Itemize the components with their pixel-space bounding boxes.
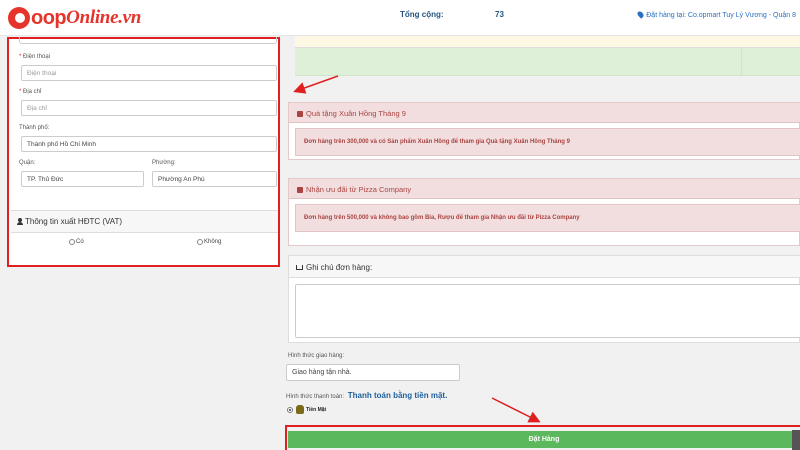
total-value: 73 [495, 10, 504, 19]
district-label: Quận: [19, 160, 36, 166]
radio-circle-icon [197, 239, 203, 245]
user-icon [17, 218, 23, 225]
promo-body: Đơn hàng trên 500,000 và không bao gồm B… [295, 204, 800, 232]
total-divider [741, 48, 742, 76]
address-input[interactable]: Địa chỉ [21, 100, 277, 116]
payment-value: Thanh toán bằng tiền mặt. [347, 391, 448, 400]
logo-online-text: Online.vn [66, 7, 142, 28]
order-note-header: Ghi chú đơn hàng: [289, 256, 800, 278]
district-select[interactable]: TP. Thủ Đức [21, 171, 144, 187]
customer-form: * Điện thoại Điện thoại * Địa chỉ Địa ch… [11, 37, 278, 209]
logo-coop-text: oop [31, 6, 67, 29]
customer-info-card: * Điện thoại Điện thoại * Địa chỉ Địa ch… [7, 37, 280, 267]
phone-label: * Điện thoại [19, 54, 51, 60]
gift-icon [297, 111, 303, 117]
place-order-button[interactable]: Đặt Hàng [288, 431, 800, 448]
vat-options: Có Không [11, 233, 278, 265]
address-label: * Địa chỉ [19, 89, 42, 95]
name-input[interactable] [19, 37, 277, 44]
promo-title: Nhận ưu đãi từ Pizza Company [297, 185, 411, 194]
map-pin-icon [636, 10, 645, 19]
logo-mark-icon [8, 7, 30, 29]
shipping-label: Hình thức giao hàng: [288, 353, 345, 359]
coop-online-logo[interactable]: oop Online.vn [8, 6, 141, 30]
order-button-highlight: Đặt Hàng [285, 425, 800, 450]
cash-payment-option[interactable]: Tiền Mặt [287, 405, 326, 414]
payment-label: Hình thức thanh toán: Thanh toán bằng ti… [286, 391, 448, 400]
cash-option-label: Tiền Mặt [306, 406, 327, 413]
vat-title: Thông tin xuất HĐTC (VAT) [17, 217, 122, 226]
promo-text: Đơn hàng trên 500,000 và không bao gồm B… [304, 215, 580, 221]
city-label: Thành phố: [19, 125, 50, 131]
promo-pizza-company: Nhận ưu đãi từ Pizza Company Đơn hàng tr… [288, 178, 800, 246]
phone-input[interactable]: Điện thoại [21, 65, 277, 81]
promo-xuan-hong: Quà tặng Xuân Hồng Tháng 9 Đơn hàng trên… [288, 102, 800, 160]
vat-yes-radio[interactable]: Có [69, 239, 84, 245]
cart-summary-row [295, 36, 800, 48]
promo-header: Quà tặng Xuân Hồng Tháng 9 [289, 103, 800, 123]
radio-circle-icon [69, 239, 75, 245]
shipping-select[interactable]: Giao hàng tận nhà. [286, 364, 460, 381]
ward-label: Phường: [152, 160, 176, 166]
radio-selected-icon [287, 406, 293, 413]
money-bag-icon [296, 405, 304, 414]
cart-icon [296, 265, 303, 270]
total-label: Tổng cộng: [400, 10, 444, 19]
total-row [295, 48, 800, 76]
promo-body: Đơn hàng trên 300,000 và có Sản phẩm Xuâ… [295, 128, 800, 156]
promo-header: Nhận ưu đãi từ Pizza Company [289, 179, 800, 199]
order-note-title: Ghi chú đơn hàng: [296, 263, 372, 272]
scrollbar-thumb[interactable] [792, 430, 800, 450]
vat-no-radio[interactable]: Không [197, 239, 221, 245]
vat-section: Thông tin xuất HĐTC (VAT) Có Không [11, 210, 278, 265]
ward-select[interactable]: Phường An Phú [152, 171, 277, 187]
promo-text: Đơn hàng trên 300,000 và có Sản phẩm Xuâ… [304, 139, 570, 145]
gift-icon [297, 187, 303, 193]
store-location-text: Đặt hàng tại: Co.opmart Tuy Lý Vương - Q… [646, 12, 796, 19]
order-note-section: Ghi chú đơn hàng: [288, 255, 800, 343]
order-note-textarea[interactable] [295, 284, 800, 338]
store-location[interactable]: Đặt hàng tại: Co.opmart Tuy Lý Vương - Q… [636, 10, 796, 19]
city-select[interactable]: Thành phố Hồ Chí Minh [21, 136, 277, 152]
promo-title: Quà tặng Xuân Hồng Tháng 9 [297, 109, 406, 118]
